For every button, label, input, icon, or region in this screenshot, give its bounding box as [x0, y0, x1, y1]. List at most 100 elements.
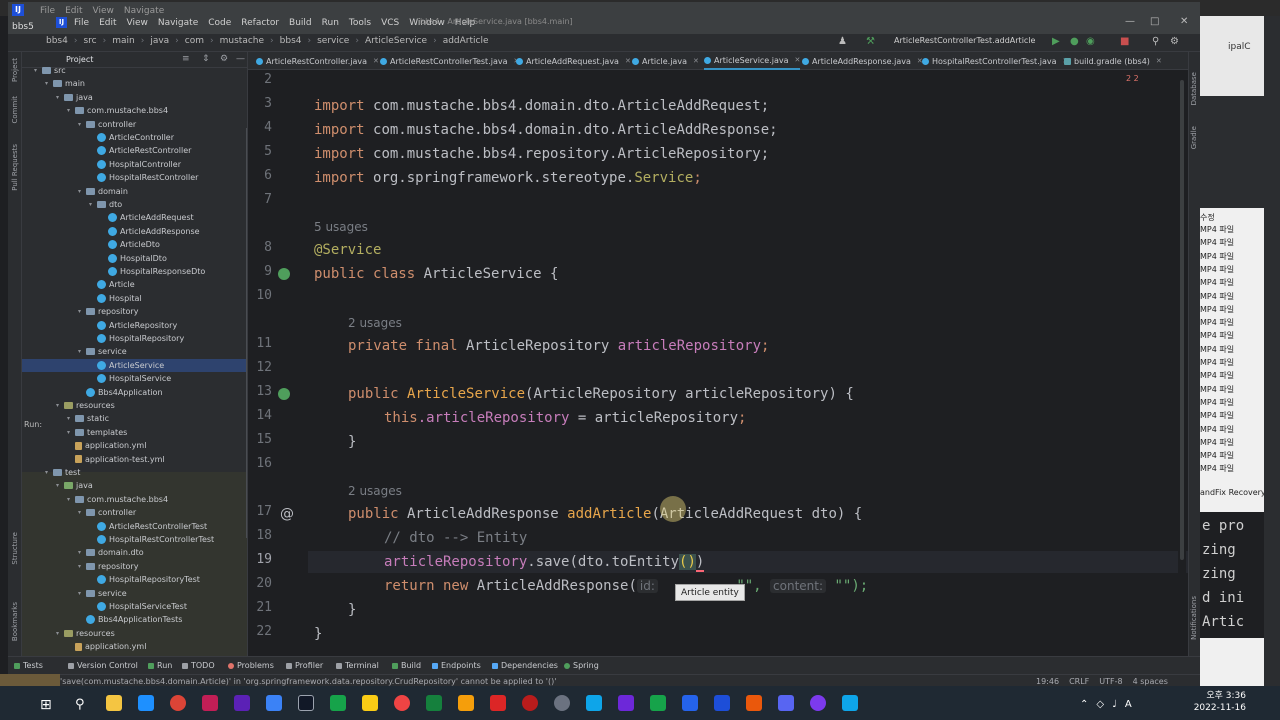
expand-chevron-icon[interactable]: ▾ — [67, 429, 75, 436]
tree-item[interactable]: ▾ resources — [22, 399, 247, 412]
record-icon[interactable] — [522, 695, 538, 711]
tool-tab-endpoints[interactable]: Endpoints — [432, 661, 481, 670]
tool-tab-tests[interactable]: Tests — [14, 661, 43, 670]
breadcrumb-item[interactable]: addArticle — [443, 36, 489, 46]
code-editor[interactable]: @ 2 2 2 3 4 5 6 7 8 9 10 11 12 13 14 15 … — [248, 70, 1188, 656]
breadcrumb-item[interactable]: bbs4 — [46, 36, 68, 46]
tree-item[interactable]: ▾ service — [22, 587, 247, 600]
taskbar-clock[interactable]: 오후 3:36 2022-11-16 — [1190, 690, 1246, 714]
project-panel-title[interactable]: Project — [66, 55, 93, 64]
tree-item[interactable]: HospitalResponseDto — [22, 265, 247, 278]
expand-chevron-icon[interactable]: ▾ — [34, 67, 42, 74]
menu-run[interactable]: Run — [322, 18, 339, 28]
breadcrumb-item[interactable]: ArticleService — [365, 36, 427, 46]
webstorm-icon[interactable] — [266, 695, 282, 711]
usage-hint[interactable]: 2 usages — [348, 316, 402, 330]
tree-item[interactable]: application-test.yml — [22, 453, 247, 466]
expand-chevron-icon[interactable]: ▾ — [67, 415, 75, 422]
menu-navigate[interactable]: Navigate — [158, 18, 198, 28]
tool-tab-build[interactable]: Build — [392, 661, 421, 670]
run-icon[interactable]: ▶ — [1052, 36, 1060, 47]
tab-articleaddrequest[interactable]: ArticleAddRequest.java ✕ — [516, 52, 631, 70]
build-hammer-icon[interactable]: ⚒ — [866, 36, 875, 47]
breadcrumb-item[interactable]: mustache — [220, 36, 264, 46]
project-tool-tab[interactable]: Project — [11, 58, 19, 82]
breadcrumb-item[interactable]: bbs4 — [280, 36, 302, 46]
file-explorer-icon[interactable] — [106, 695, 122, 711]
tree-item[interactable]: ArticleRestController — [22, 144, 247, 157]
tool-tab-terminal[interactable]: Terminal — [336, 661, 379, 670]
menu-build[interactable]: Build — [289, 18, 312, 28]
discord-icon[interactable] — [778, 695, 794, 711]
run-configuration-selector[interactable]: ArticleRestControllerTest.addArticle — [894, 36, 1046, 50]
tool-tab-todo[interactable]: TODO — [182, 661, 215, 670]
tree-item[interactable]: ArticleService — [22, 358, 247, 372]
tree-item[interactable]: HospitalController — [22, 158, 247, 171]
expand-chevron-icon[interactable]: ▾ — [78, 509, 86, 516]
menu-edit[interactable]: Edit — [99, 18, 116, 28]
tree-item[interactable]: Article — [22, 278, 247, 291]
tree-item[interactable]: ▾ com.mustache.bbs4 — [22, 493, 247, 506]
notifications-tool-tab[interactable]: Notifications — [1190, 596, 1198, 640]
search-icon[interactable]: ⚲ — [75, 697, 85, 712]
windows-start-icon[interactable]: ⊞ — [40, 697, 52, 713]
caret-position[interactable]: 19:46 — [1036, 677, 1059, 686]
menu-file[interactable]: File — [74, 18, 89, 28]
breadcrumb-item[interactable]: src — [83, 36, 96, 46]
spring-bean-gutter-icon[interactable] — [278, 388, 290, 400]
tree-item[interactable]: ▾ repository — [22, 305, 247, 318]
tree-item[interactable]: ▾ com.mustache.bbs4 — [22, 104, 247, 117]
close-tab-icon[interactable]: ✕ — [693, 57, 699, 65]
tree-item[interactable]: ▾ service — [22, 345, 247, 358]
tree-item[interactable]: ▾ static — [22, 412, 247, 425]
sublime-icon[interactable] — [458, 695, 474, 711]
close-icon[interactable]: ✕ — [1180, 16, 1188, 27]
editor-scrollbar[interactable] — [1180, 80, 1184, 560]
expand-chevron-icon[interactable]: ▾ — [78, 121, 86, 128]
spring-bean-gutter-icon[interactable] — [278, 268, 290, 280]
r-studio-icon[interactable] — [682, 695, 698, 711]
tool-tab-spring[interactable]: Spring — [564, 661, 599, 670]
breadcrumb-item[interactable]: main — [112, 36, 135, 46]
github-icon[interactable] — [554, 695, 570, 711]
tree-item[interactable]: HospitalService — [22, 372, 247, 385]
minimize-icon[interactable]: — — [1125, 16, 1135, 27]
database-tool-tab[interactable]: Database — [1190, 72, 1198, 105]
close-tab-icon[interactable]: ✕ — [373, 57, 379, 65]
menu-tools[interactable]: Tools — [349, 18, 371, 28]
menu-refactor[interactable]: Refactor — [241, 18, 279, 28]
pull-requests-tool-tab[interactable]: Pull Requests — [11, 144, 19, 191]
tree-item[interactable]: Bbs4ApplicationTests — [22, 613, 247, 626]
pycharm-icon[interactable] — [330, 695, 346, 711]
tree-item[interactable]: application.yml — [22, 439, 247, 452]
tree-item[interactable]: ▾ domain.dto — [22, 546, 247, 559]
tree-item[interactable]: HospitalRepositoryTest — [22, 573, 247, 586]
breadcrumb-item[interactable]: service — [317, 36, 349, 46]
language-indicator[interactable]: A — [1125, 699, 1132, 710]
tree-item[interactable]: Bbs4Application — [22, 386, 247, 399]
edge-icon[interactable] — [138, 695, 154, 711]
expand-chevron-icon[interactable]: ▾ — [78, 348, 86, 355]
menu-vcs[interactable]: VCS — [381, 18, 399, 28]
stop-icon[interactable]: ■ — [1120, 36, 1129, 47]
tab-article[interactable]: Article.java ✕ — [632, 52, 699, 70]
intellij-icon[interactable] — [202, 695, 218, 711]
tree-item[interactable]: ▾ domain — [22, 185, 247, 198]
bookmarks-tool-tab[interactable]: Bookmarks — [11, 602, 19, 641]
tool-tab-dependencies[interactable]: Dependencies — [492, 661, 558, 670]
rider-icon[interactable] — [234, 695, 250, 711]
zoom-icon[interactable] — [842, 695, 858, 711]
tree-item[interactable]: ▾ src — [22, 64, 247, 77]
tree-item[interactable]: ▾ controller — [22, 506, 247, 519]
tree-item[interactable]: ArticleController — [22, 131, 247, 144]
close-tab-icon[interactable]: ✕ — [625, 57, 631, 65]
tree-item[interactable]: HospitalRestController — [22, 171, 247, 184]
expand-chevron-icon[interactable]: ▾ — [56, 482, 64, 489]
tree-item[interactable]: ▾ templates — [22, 426, 247, 439]
spring-endpoint-gutter-icon[interactable]: @ — [280, 506, 294, 522]
commit-tool-tab[interactable]: Commit — [11, 96, 19, 124]
datagrip-icon[interactable] — [298, 695, 314, 711]
gradle-tool-tab[interactable]: Gradle — [1190, 126, 1198, 149]
usage-hint[interactable]: 5 usages — [314, 220, 368, 234]
tree-item[interactable]: ArticleAddRequest — [22, 211, 247, 224]
